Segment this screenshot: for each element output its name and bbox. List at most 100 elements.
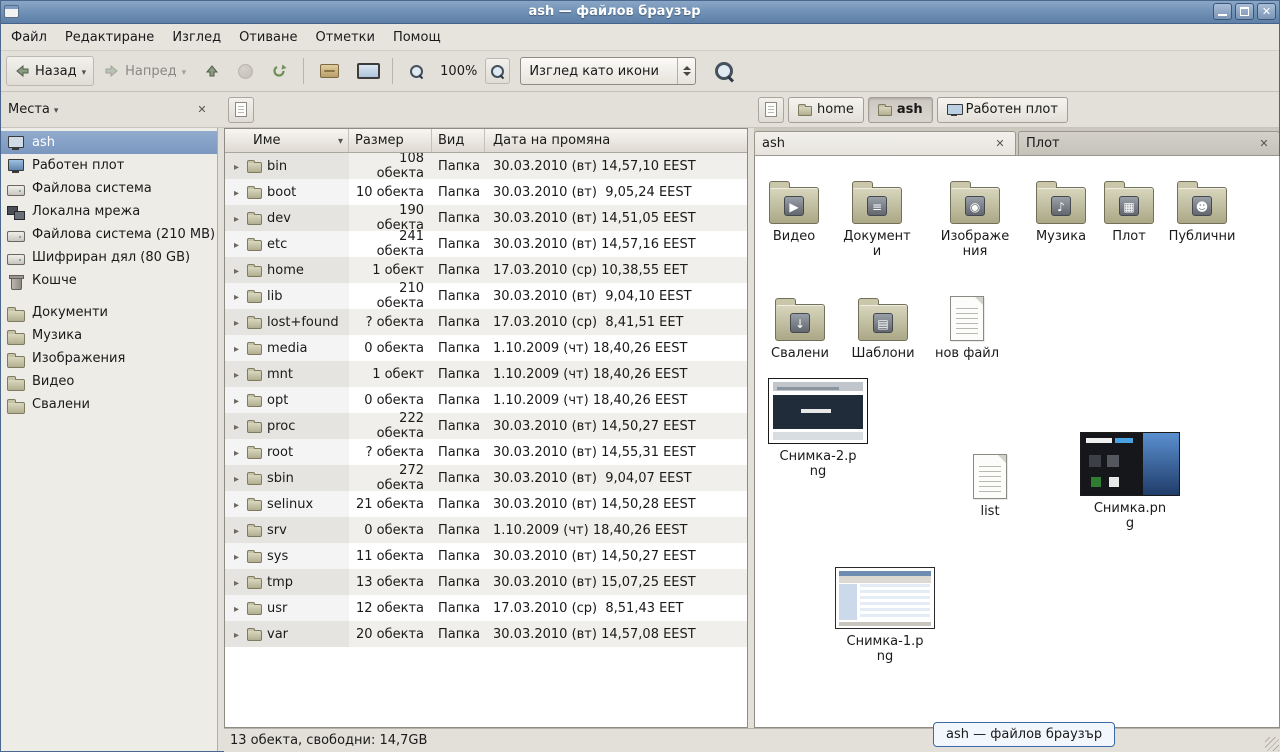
table-row[interactable]: proc 222 обекта Папка 30.03.2010 (вт) 14… [225,413,747,439]
file-icon-item[interactable]: ≡ Документи [832,170,922,259]
column-header-date[interactable]: Дата на промяна [485,129,747,152]
sidebar-item[interactable]: Документи [0,301,217,324]
table-row[interactable]: sys 11 обекта Папка 30.03.2010 (вт) 14,5… [225,543,747,569]
sidebar-item[interactable]: Файлова система [0,177,217,200]
tab-ash[interactable]: ash [754,131,1016,155]
expander-icon[interactable] [231,341,242,356]
file-icon-item[interactable]: ▶ Видео [749,170,839,244]
menu-item[interactable]: Редактиране [56,24,163,50]
menu-item[interactable]: Файл [2,24,56,50]
expander-icon[interactable] [231,185,242,200]
folder-icon [247,318,262,329]
view-selector-combo[interactable]: Изглед като икони [520,57,696,85]
expander-icon[interactable] [231,471,242,486]
expander-icon[interactable] [231,159,242,174]
table-row[interactable]: media 0 обекта Папка 1.10.2009 (чт) 18,4… [225,335,747,361]
table-row[interactable]: tmp 13 обекта Папка 30.03.2010 (вт) 15,0… [225,569,747,595]
menu-item[interactable]: Отметки [306,24,383,50]
table-row[interactable]: usr 12 обекта Папка 17.03.2010 (ср) 8,51… [225,595,747,621]
file-icon-item[interactable]: Снимка-1.png [833,567,937,664]
reload-button[interactable] [263,56,295,86]
menu-item[interactable]: Изглед [163,24,230,50]
table-row[interactable]: boot 10 обекта Папка 30.03.2010 (вт) 9,0… [225,179,747,205]
expander-icon[interactable] [231,289,242,304]
sidebar-item[interactable]: Кошче [0,269,217,292]
stop-button[interactable] [230,56,261,86]
table-row[interactable]: dev 190 обекта Папка 30.03.2010 (вт) 14,… [225,205,747,231]
sidebar-item[interactable]: Работен плот [0,154,217,177]
expander-icon[interactable] [231,263,242,278]
expander-icon[interactable] [231,393,242,408]
menu-item[interactable]: Отиване [230,24,306,50]
close-button[interactable] [1257,3,1276,20]
table-row[interactable]: home 1 обект Папка 17.03.2010 (ср) 10,38… [225,257,747,283]
file-icon-item[interactable]: ↓ Свалени [755,287,845,361]
expander-icon[interactable] [231,445,242,460]
table-row[interactable]: var 20 обекта Папка 30.03.2010 (вт) 14,5… [225,621,747,647]
file-icon-item[interactable]: Снимка-2.png [766,378,870,479]
expander-icon[interactable] [231,367,242,382]
table-row[interactable]: sbin 272 обекта Папка 30.03.2010 (вт) 9,… [225,465,747,491]
pathbar-button-desktop[interactable]: Работен плот [937,97,1068,123]
menu-item[interactable]: Помощ [384,24,450,50]
sidebar-item[interactable]: ash [0,131,217,154]
search-button[interactable] [706,56,742,86]
expander-icon[interactable] [231,601,242,616]
column-header-type[interactable]: Вид [432,129,485,152]
sidebar-close-button[interactable] [194,102,210,118]
file-icon-item[interactable]: ◉ Изображения [930,170,1020,259]
sidebar-item[interactable]: Видео [0,370,217,393]
table-row[interactable]: mnt 1 обект Папка 1.10.2009 (чт) 18,40,2… [225,361,747,387]
sidebar-item[interactable]: Локална мрежа [0,200,217,223]
combo-spinner-icon[interactable] [677,58,695,84]
resize-grip[interactable] [1265,737,1279,751]
tab-close-button[interactable] [1256,136,1272,152]
expander-icon[interactable] [231,523,242,538]
table-row[interactable]: lost+found ? обекта Папка 17.03.2010 (ср… [225,309,747,335]
forward-button[interactable]: Напред [96,56,194,86]
back-history-chevron-icon[interactable] [82,64,87,79]
expander-icon[interactable] [231,237,242,252]
computer-button[interactable] [349,56,384,86]
file-icon-item[interactable]: нов файл [922,287,1012,361]
file-icon-item[interactable]: list [945,445,1035,519]
sidebar-item[interactable]: Свалени [0,393,217,416]
file-icon-item[interactable]: Снимка.png [1078,432,1182,531]
expander-icon[interactable] [231,211,242,226]
table-row[interactable]: opt 0 обекта Папка 1.10.2009 (чт) 18,40,… [225,387,747,413]
sidebar-item[interactable]: Файлова система (210 MB) [0,223,217,246]
up-button[interactable] [196,56,228,86]
sidebar-item[interactable]: Шифриран дял (80 GB) [0,246,217,269]
file-icon-item[interactable]: ▤ Шаблони [838,287,928,361]
pathbar-button-home[interactable]: home [788,97,864,123]
sidebar-mode-chevron-icon[interactable] [54,102,59,117]
sidebar-item[interactable]: Изображения [0,347,217,370]
tab-desktop[interactable]: Плот [1018,131,1280,155]
pathbar-button-ash[interactable]: ash [868,97,933,123]
minimize-button[interactable] [1213,3,1232,20]
table-row[interactable]: selinux 21 обекта Папка 30.03.2010 (вт) … [225,491,747,517]
toggle-location-entry-button[interactable] [228,97,254,123]
sidebar-item[interactable]: Музика [0,324,217,347]
toggle-location-entry-button[interactable] [758,97,784,123]
zoom-out-button[interactable] [401,56,432,86]
table-row[interactable]: etc 241 обекта Папка 30.03.2010 (вт) 14,… [225,231,747,257]
table-row[interactable]: bin 108 обекта Папка 30.03.2010 (вт) 14,… [225,153,747,179]
expander-icon[interactable] [231,497,242,512]
expander-icon[interactable] [231,575,242,590]
table-row[interactable]: srv 0 обекта Папка 1.10.2009 (чт) 18,40,… [225,517,747,543]
table-row[interactable]: root ? обекта Папка 30.03.2010 (вт) 14,5… [225,439,747,465]
column-header-size[interactable]: Размер [349,129,432,152]
tab-close-button[interactable] [992,136,1008,152]
expander-icon[interactable] [231,627,242,642]
file-icon-item[interactable]: ☻ Публични [1157,170,1247,244]
back-button[interactable]: Назад [6,56,94,86]
zoom-in-button[interactable] [485,58,510,84]
expander-icon[interactable] [231,419,242,434]
maximize-button[interactable] [1235,3,1254,20]
table-row[interactable]: lib 210 обекта Папка 30.03.2010 (вт) 9,0… [225,283,747,309]
home-button[interactable] [312,56,347,86]
column-header-name[interactable]: Име [225,129,349,152]
expander-icon[interactable] [231,549,242,564]
expander-icon[interactable] [231,315,242,330]
